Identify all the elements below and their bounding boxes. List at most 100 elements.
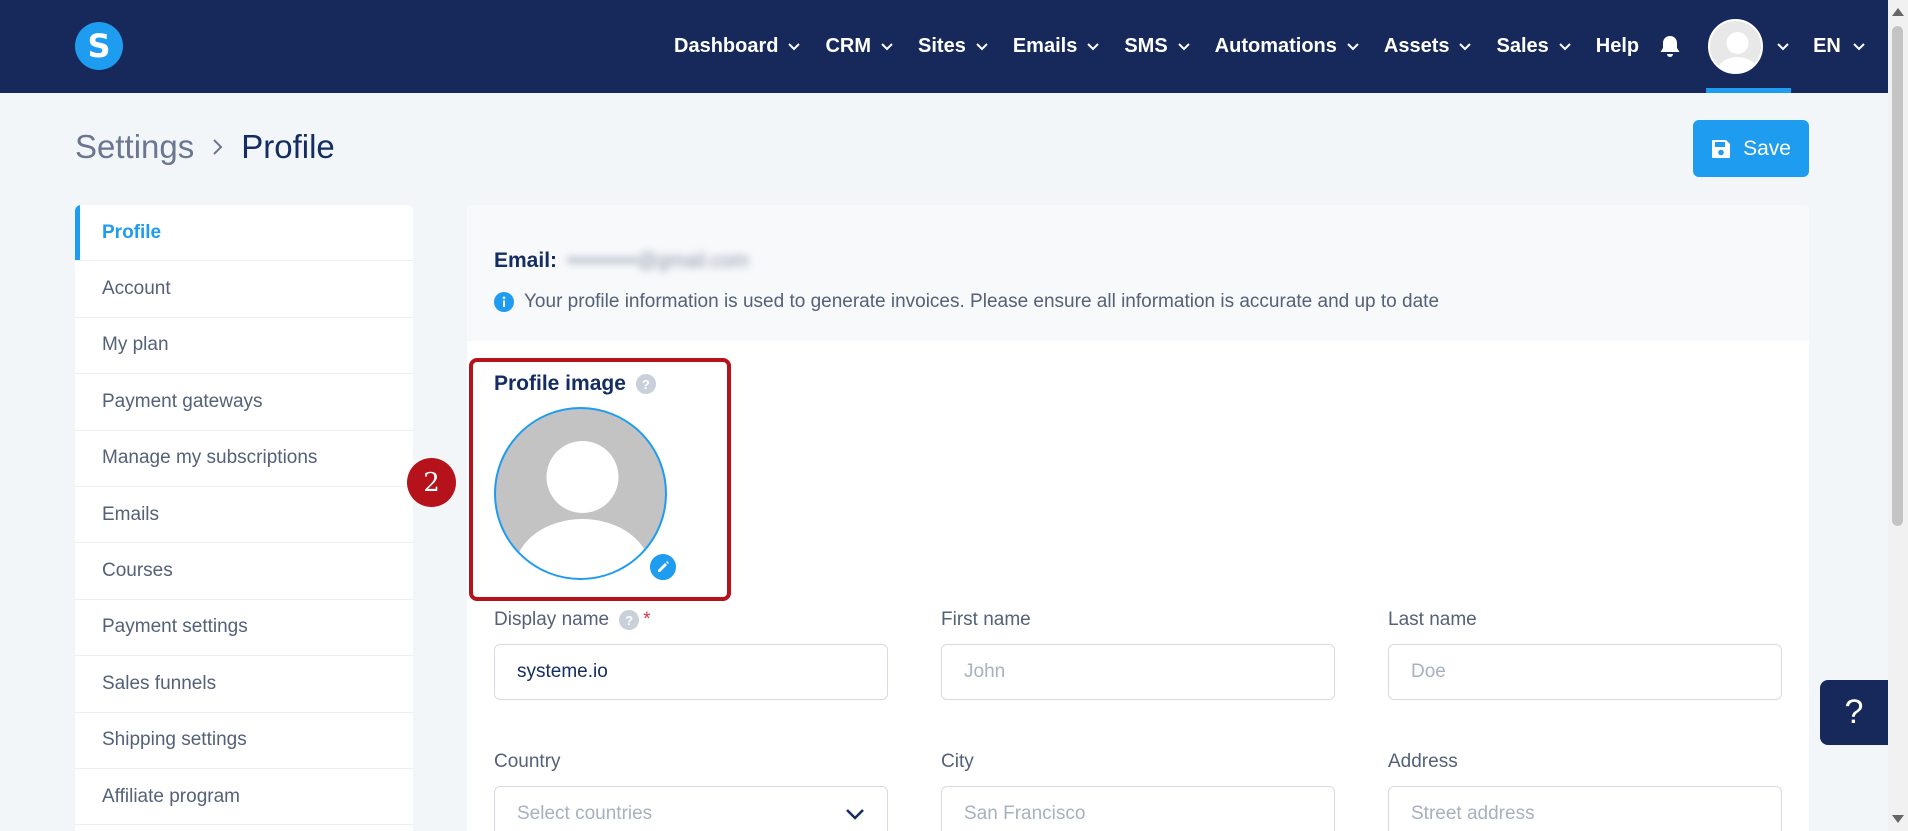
profile-panel: Email: ••••••••••@gmail.com Your profile… (467, 205, 1809, 831)
sidebar-item-affiliate-program[interactable]: Affiliate program (75, 769, 413, 826)
sidebar-item-courses[interactable]: Courses (75, 543, 413, 600)
nav-help[interactable]: Help (1596, 0, 1639, 93)
chevron-down-icon (846, 809, 864, 820)
first-name-field: First name (941, 608, 1335, 700)
address-input[interactable] (1388, 786, 1782, 831)
profile-image-label: Profile image ? (494, 372, 656, 396)
avatar (1708, 19, 1764, 74)
first-name-label: First name (941, 609, 1031, 630)
nav-sales-label: Sales (1496, 35, 1549, 57)
nav-assets[interactable]: Assets (1384, 0, 1472, 93)
sidebar-item-profile[interactable]: Profile (75, 205, 413, 262)
info-icon (494, 292, 514, 312)
sidebar-item-payment-settings[interactable]: Payment settings (75, 600, 413, 657)
profile-image-title: Profile image (494, 372, 626, 395)
display-name-label: Display name (494, 609, 610, 630)
display-name-input[interactable] (494, 644, 888, 700)
pencil-icon (658, 561, 669, 572)
breadcrumb-settings-link[interactable]: Settings (75, 128, 194, 166)
chevron-down-icon (881, 42, 893, 50)
notifications-bell-icon[interactable] (1659, 0, 1681, 93)
chevron-down-icon (1347, 42, 1359, 50)
last-name-field: Last name (1388, 608, 1782, 700)
language-selector[interactable]: EN (1813, 35, 1865, 58)
sidebar-item-payment-gateways[interactable]: Payment gateways (75, 374, 413, 431)
chevron-down-icon (1177, 42, 1190, 50)
sidebar-item-sales-funnels[interactable]: Sales funnels (75, 656, 413, 713)
sidebar-item-emails[interactable]: Emails (75, 487, 413, 544)
chevron-down-icon (788, 42, 801, 50)
help-icon[interactable]: ? (635, 374, 656, 394)
nav-sites[interactable]: Sites (918, 0, 988, 93)
nav-automations-label: Automations (1214, 35, 1337, 57)
nav-sms-label: SMS (1124, 35, 1168, 57)
page-scrollbar[interactable] (1888, 0, 1908, 831)
sidebar-item-label: Manage my subscriptions (102, 447, 318, 469)
city-label: City (941, 751, 974, 772)
info-message: Your profile information is used to gene… (494, 291, 1439, 313)
sidebar-item-label: Courses (102, 560, 173, 582)
floppy-disk-icon (1712, 139, 1731, 158)
sidebar-item-account[interactable]: Account (75, 261, 413, 318)
chevron-down-icon (1853, 42, 1865, 50)
city-input[interactable] (941, 786, 1335, 831)
last-name-input[interactable] (1388, 644, 1782, 700)
nav-emails-label: Emails (1012, 35, 1078, 57)
bell-icon (1660, 35, 1680, 57)
profile-image-upload[interactable] (494, 407, 667, 580)
sidebar-item-label: Payment settings (102, 616, 248, 638)
sidebar-item-label: Account (102, 278, 171, 300)
help-icon[interactable]: ? (619, 610, 640, 630)
sidebar-item-label: Shipping settings (102, 729, 247, 751)
sidebar-item-label: Profile (102, 221, 162, 243)
country-select[interactable]: Select countries (494, 786, 888, 831)
chevron-down-icon (976, 42, 988, 50)
display-name-field: Display name ? * (494, 608, 888, 700)
sidebar-item-label: Payment gateways (102, 390, 263, 412)
nav-assets-label: Assets (1383, 35, 1450, 57)
nav-emails[interactable]: Emails (1012, 0, 1100, 93)
floating-help-button[interactable]: ? (1820, 680, 1888, 745)
nav-crm[interactable]: CRM (825, 0, 893, 93)
chevron-down-icon (1459, 42, 1472, 50)
sidebar-item-label: My plan (102, 334, 169, 356)
tutorial-step-badge: 2 (407, 458, 456, 507)
save-button[interactable]: Save (1693, 120, 1809, 177)
country-select-placeholder: Select countries (517, 803, 653, 824)
nav-dashboard[interactable]: Dashboard (674, 0, 801, 93)
country-label: Country (494, 751, 561, 772)
sidebar-item-my-plan[interactable]: My plan (75, 318, 413, 375)
nav-sales[interactable]: Sales (1496, 0, 1571, 93)
main-nav: Dashboard CRM Sites Emails SMS Automatio… (674, 0, 1865, 93)
user-silhouette-icon (514, 441, 651, 578)
address-field: Address (1388, 750, 1782, 831)
email-value: ••••••••••@gmail.com (567, 249, 749, 272)
nav-sites-label: Sites (918, 35, 966, 57)
city-field: City (941, 750, 1335, 831)
save-button-label: Save (1743, 136, 1791, 160)
scroll-up-arrow-icon[interactable] (1892, 8, 1904, 16)
nav-sms[interactable]: SMS (1124, 0, 1190, 93)
nav-automations[interactable]: Automations (1215, 0, 1359, 93)
sidebar-item-label: Affiliate program (102, 785, 240, 807)
chevron-right-icon (212, 138, 223, 156)
user-silhouette-icon (1717, 32, 1758, 72)
user-menu[interactable] (1706, 0, 1792, 93)
nav-crm-label: CRM (825, 35, 872, 57)
nav-dashboard-label: Dashboard (674, 35, 779, 57)
edit-profile-image-button[interactable] (648, 552, 678, 582)
last-name-label: Last name (1388, 609, 1477, 630)
profile-panel-header: Email: ••••••••••@gmail.com Your profile… (467, 205, 1809, 341)
chevron-down-icon (1087, 42, 1100, 50)
sidebar-item-manage-subscriptions[interactable]: Manage my subscriptions (75, 431, 413, 487)
systeme-logo[interactable]: S (75, 22, 123, 70)
chevron-down-icon (1777, 42, 1789, 50)
sidebar-item-shipping-settings[interactable]: Shipping settings (75, 713, 413, 769)
first-name-input[interactable] (941, 644, 1335, 700)
breadcrumb: Settings Profile (75, 128, 335, 166)
nav-help-label: Help (1595, 35, 1640, 57)
sidebar-item-label: Emails (102, 503, 160, 525)
scroll-thumb[interactable] (1892, 26, 1903, 526)
language-label: EN (1813, 35, 1841, 57)
scroll-down-arrow-icon[interactable] (1892, 815, 1904, 823)
